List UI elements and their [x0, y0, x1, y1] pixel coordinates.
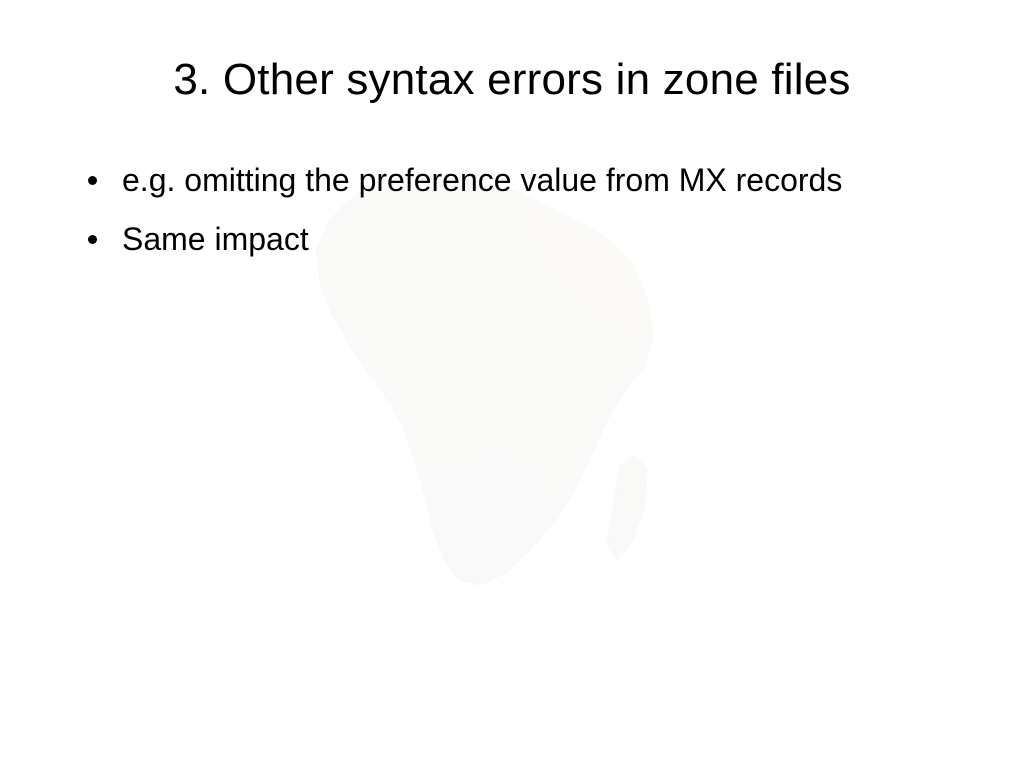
bullet-list: e.g. omitting the preference value from … [70, 160, 954, 260]
slide: 3. Other syntax errors in zone files e.g… [0, 0, 1024, 768]
slide-title: 3. Other syntax errors in zone files [70, 55, 954, 105]
bullet-item: Same impact [118, 219, 954, 260]
bullet-item: e.g. omitting the preference value from … [118, 160, 954, 201]
